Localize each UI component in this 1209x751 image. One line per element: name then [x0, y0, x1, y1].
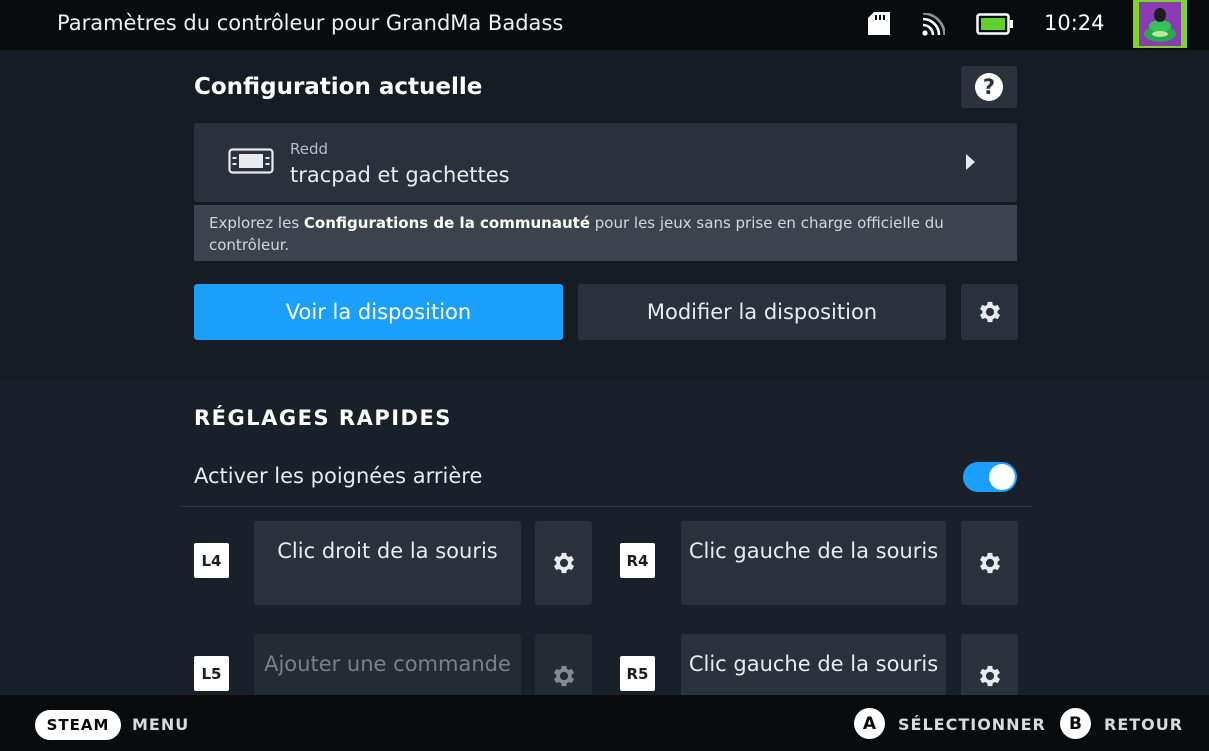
help-icon: ?	[975, 73, 1003, 101]
config-name: tracpad et gachettes	[290, 163, 510, 187]
help-button[interactable]: ?	[961, 66, 1017, 108]
gear-icon	[553, 665, 574, 687]
community-configs-note: Explorez les Configurations de la commun…	[194, 205, 1017, 261]
wifi-icon	[922, 13, 945, 36]
avatar-image	[1133, 0, 1187, 48]
gear-icon	[979, 552, 1000, 574]
binding-button-r4[interactable]: Clic gauche de la souris	[681, 521, 946, 605]
sd-card-icon	[868, 12, 890, 35]
top-bar: Paramètres du contrôleur pour GrandMa Ba…	[0, 0, 1209, 50]
quick-settings-panel	[0, 380, 1209, 695]
a-button-icon[interactable]: A	[854, 708, 885, 739]
battery-icon	[976, 13, 1013, 35]
key-badge-l4: L4	[194, 543, 229, 578]
back-grips-label: Activer les poignées arrière	[194, 464, 483, 488]
current-config-heading: Configuration actuelle	[194, 74, 483, 100]
steam-button[interactable]: STEAM	[35, 710, 121, 740]
binding-button-l4[interactable]: Clic droit de la souris	[254, 521, 521, 605]
key-badge-r4: R4	[620, 543, 655, 578]
view-layout-button[interactable]: Voir la disposition	[194, 284, 563, 340]
gear-icon	[979, 301, 1000, 323]
menu-label: MENU	[132, 715, 190, 734]
config-author: Redd	[290, 140, 329, 158]
gear-icon	[979, 665, 1000, 687]
community-configs-link[interactable]: Configurations de la communauté	[304, 214, 590, 232]
toggle-knob	[989, 464, 1015, 490]
divider	[180, 506, 1032, 507]
chevron-right-icon	[966, 154, 975, 170]
select-label: SÉLECTIONNER	[898, 715, 1046, 734]
edit-layout-button[interactable]: Modifier la disposition	[578, 284, 946, 340]
b-button-icon[interactable]: B	[1060, 708, 1091, 739]
back-grips-toggle[interactable]	[963, 462, 1017, 492]
layout-settings-button[interactable]	[961, 284, 1018, 340]
current-config-selector[interactable]: Redd tracpad et gachettes	[194, 123, 1017, 202]
footer-bar: STEAM MENU A SÉLECTIONNER B RETOUR	[0, 695, 1209, 751]
note-prefix: Explorez les	[209, 214, 304, 232]
binding-settings-button-r4[interactable]	[961, 521, 1018, 605]
key-badge-r5: R5	[620, 656, 655, 691]
page-title: Paramètres du contrôleur pour GrandMa Ba…	[57, 11, 564, 35]
clock: 10:24	[1044, 11, 1105, 35]
avatar[interactable]	[1133, 0, 1187, 48]
back-label: RETOUR	[1104, 715, 1184, 734]
quick-settings-heading: RÉGLAGES RAPIDES	[194, 406, 452, 430]
controller-icon	[228, 148, 274, 174]
binding-settings-button-l4[interactable]	[535, 521, 592, 605]
gear-icon	[553, 552, 574, 574]
key-badge-l5: L5	[194, 656, 229, 691]
